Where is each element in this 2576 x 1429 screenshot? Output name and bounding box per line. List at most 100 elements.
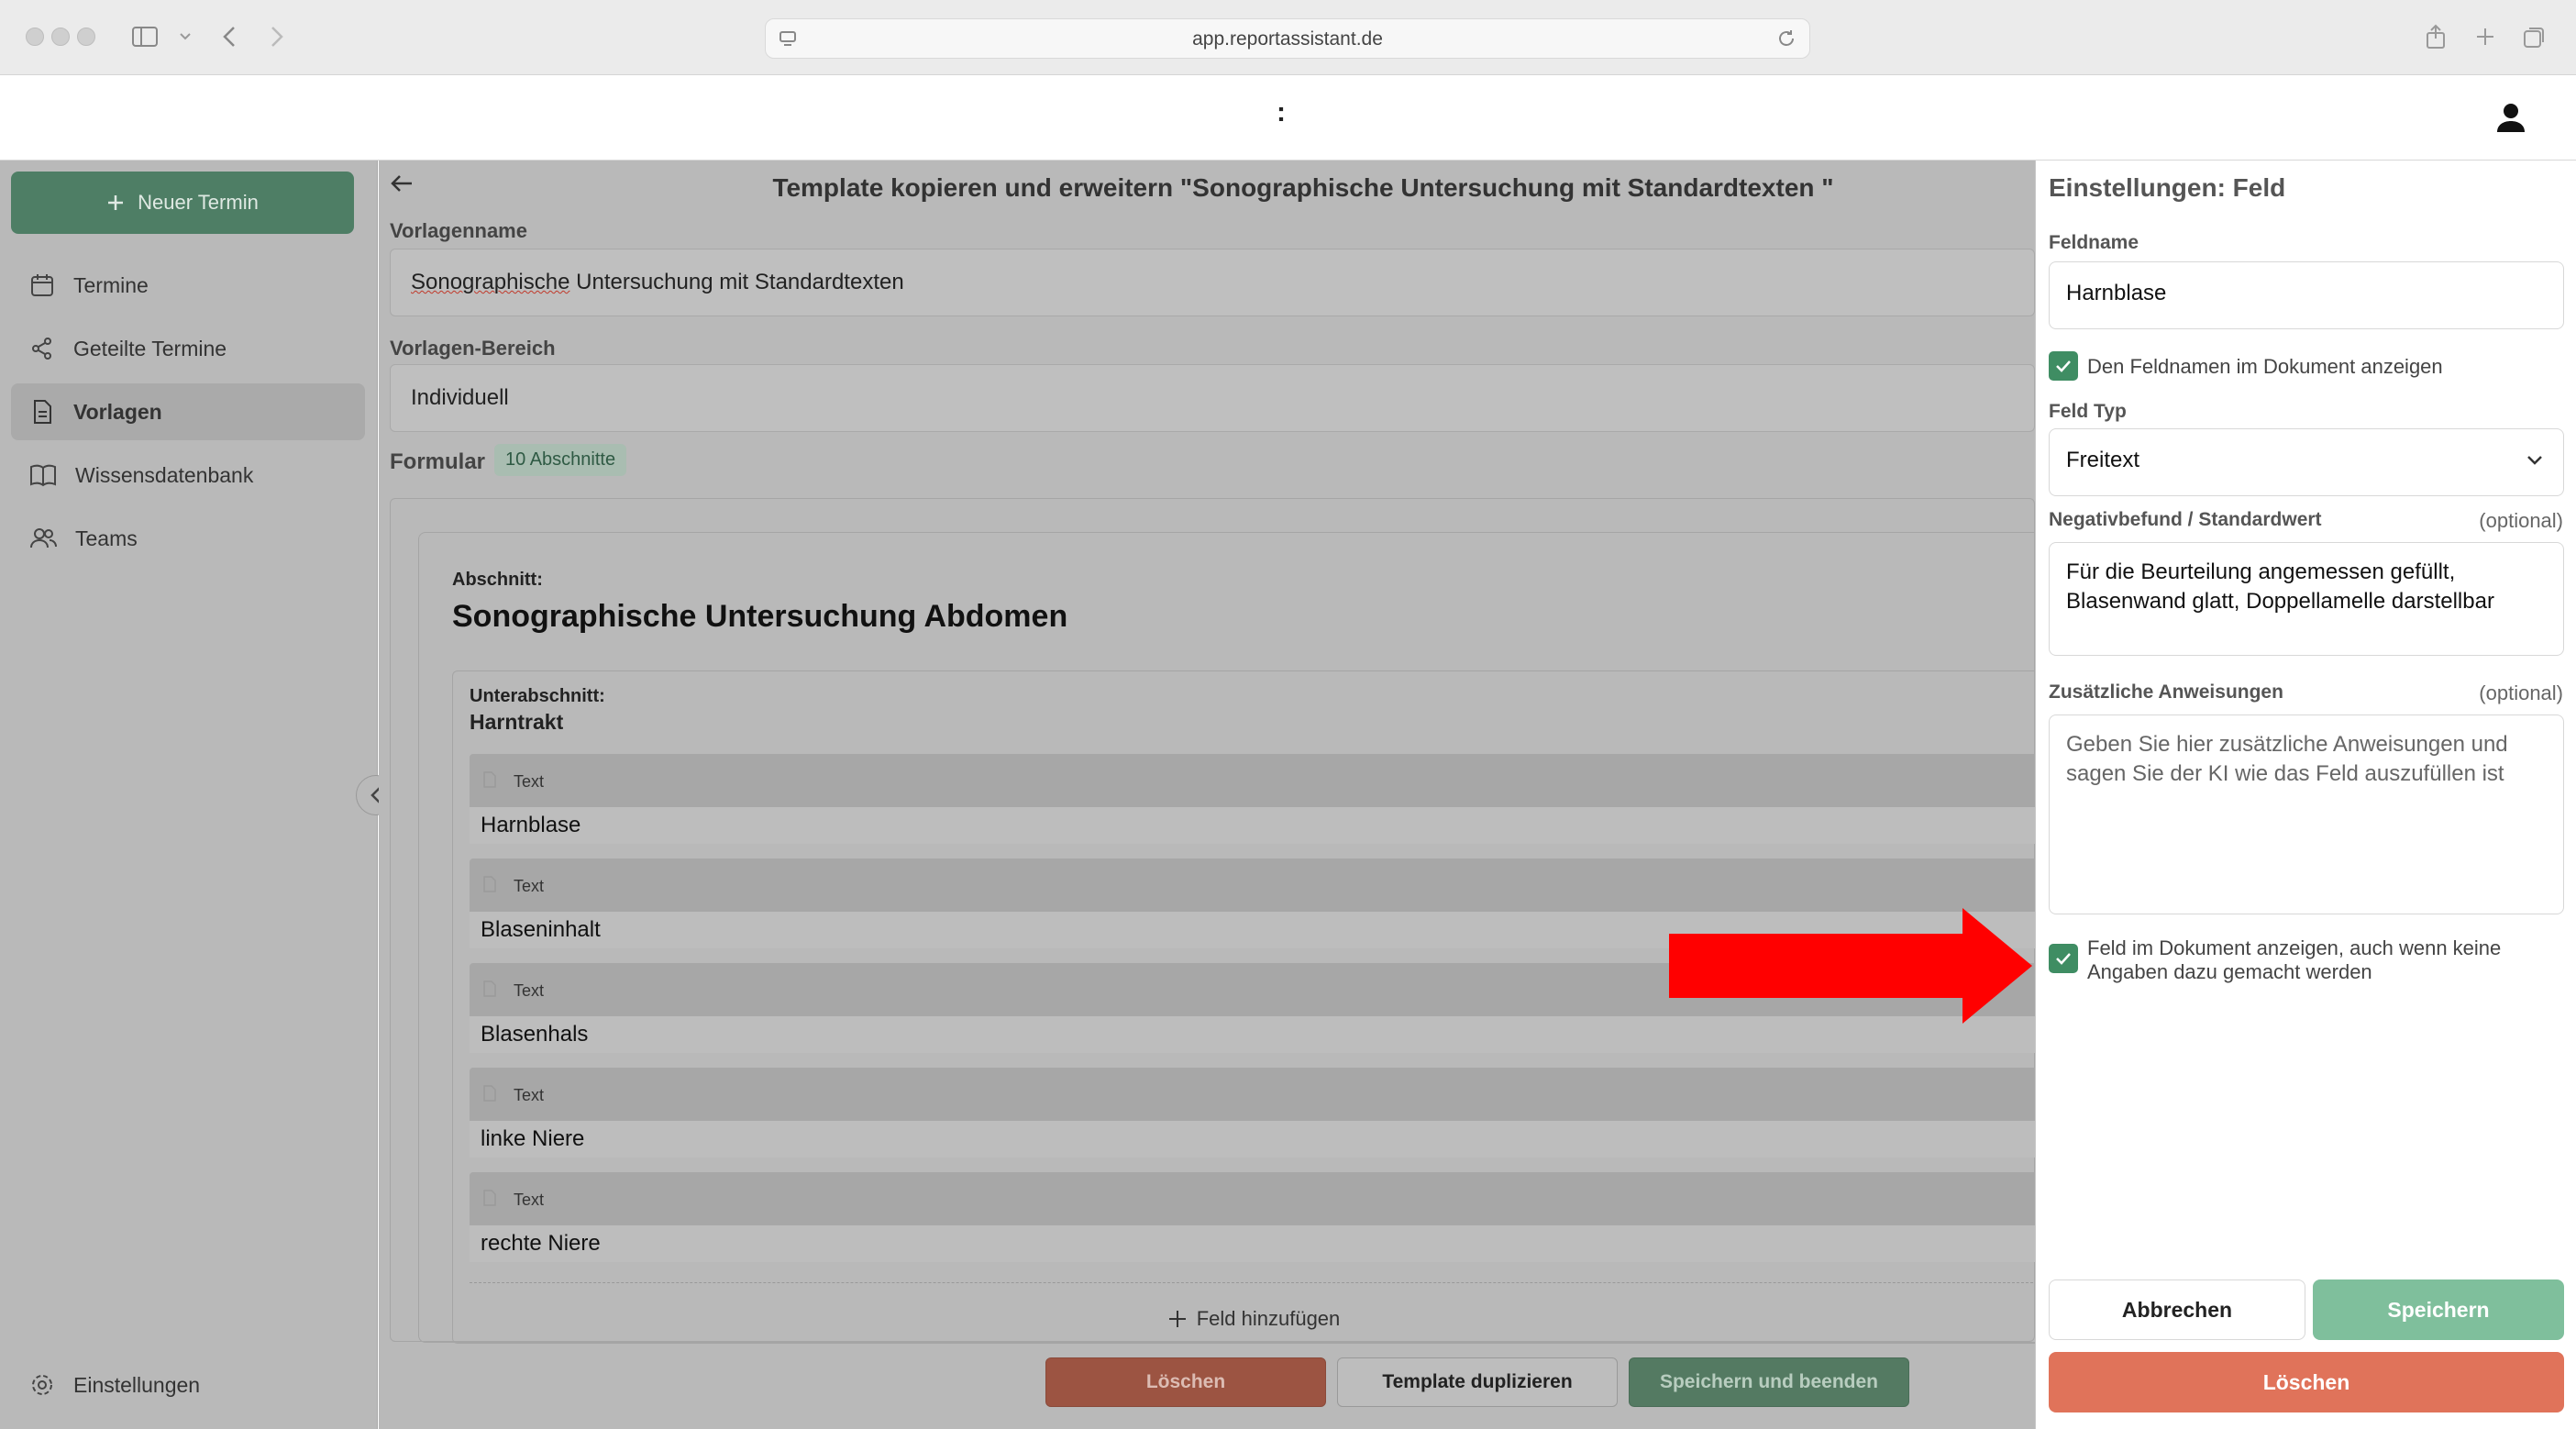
user-icon[interactable] xyxy=(2493,99,2529,136)
share-icon xyxy=(29,336,55,361)
sidebar-item-label: Geteilte Termine xyxy=(73,336,227,360)
show-name-checkbox[interactable] xyxy=(2049,351,2078,381)
reload-icon[interactable] xyxy=(1776,28,1797,49)
book-icon xyxy=(29,462,57,488)
document-icon xyxy=(29,399,55,425)
window-zoom-button[interactable] xyxy=(77,28,95,46)
chevron-down-icon xyxy=(2526,455,2543,466)
sidebar-item-label: Termine xyxy=(73,272,149,297)
sidebar-item-label: Teams xyxy=(75,526,138,550)
page-title: Template kopieren und erweitern "Sonogra… xyxy=(772,173,1834,202)
default-value-label: Negativbefund / Standardwert xyxy=(2049,509,2322,530)
field-type-label: Text xyxy=(514,877,545,895)
template-name-misspelled-word: Sonographische xyxy=(411,270,570,294)
delete-template-button[interactable]: Löschen xyxy=(1045,1357,1326,1407)
duplicate-template-button[interactable]: Template duplizieren xyxy=(1337,1357,1618,1407)
cancel-button[interactable]: Abbrechen xyxy=(2049,1279,2305,1340)
field-type-label: Text xyxy=(514,772,545,791)
field-type-select[interactable]: Freitext xyxy=(2049,428,2564,496)
field-type-label: Feld Typ xyxy=(2049,401,2127,422)
text-field-icon xyxy=(482,1189,497,1207)
new-appointment-label: Neuer Termin xyxy=(138,191,259,214)
sidebar-item-teams[interactable]: Teams xyxy=(11,510,365,567)
instructions-placeholder: Geben Sie hier zusätzliche Anweisungen u… xyxy=(2066,732,2508,786)
panel-title: Einstellungen: Feld xyxy=(2049,173,2286,202)
default-value-textarea[interactable]: Für die Beurteilung angemessen gefüllt, … xyxy=(2049,542,2564,656)
checkmark-icon xyxy=(2056,360,2071,372)
users-icon xyxy=(29,526,57,551)
text-field-icon xyxy=(482,875,497,893)
template-name-label: Vorlagenname xyxy=(390,219,527,242)
form-field-row[interactable]: Text Harnblase xyxy=(470,754,2038,849)
header-menu[interactable]: : xyxy=(1277,97,1286,128)
add-field-label: Feld hinzufügen xyxy=(1196,1306,1341,1330)
field-type-label: Text xyxy=(514,981,545,1000)
sections-count-badge: 10 Abschnitte xyxy=(494,444,627,476)
sidebar-toggle-icon[interactable] xyxy=(128,20,161,53)
delete-field-button[interactable]: Löschen xyxy=(2049,1352,2564,1412)
sidebar-item-einstellungen[interactable]: Einstellungen xyxy=(11,1357,365,1413)
red-arrow-annotation xyxy=(1669,908,2032,1024)
field-name-input[interactable]: Harnblase xyxy=(2049,261,2564,329)
template-name-input[interactable]: Sonographische Untersuchung mit Standard… xyxy=(390,249,2035,316)
instructions-textarea[interactable]: Geben Sie hier zusätzliche Anweisungen u… xyxy=(2049,714,2564,914)
template-area-label: Vorlagen-Bereich xyxy=(390,337,556,360)
instructions-label: Zusätzliche Anweisungen xyxy=(2049,681,2283,703)
back-icon[interactable] xyxy=(213,20,246,53)
text-field-icon xyxy=(482,980,497,998)
field-type-label: Text xyxy=(514,1086,545,1104)
field-type-value: Freitext xyxy=(2066,448,2140,472)
default-value-text: Für die Beurteilung angemessen gefüllt, … xyxy=(2066,559,2494,614)
add-field-button[interactable]: Feld hinzufügen xyxy=(470,1282,2038,1345)
gear-icon xyxy=(29,1372,55,1398)
plus-icon xyxy=(1168,1310,1186,1327)
app-header: : xyxy=(0,75,2576,161)
text-field-icon xyxy=(482,770,497,789)
section-caption: Abschnitt: xyxy=(452,570,543,590)
form-field-row[interactable]: Text rechte Niere xyxy=(470,1172,2038,1268)
sidebar-item-vorlagen[interactable]: Vorlagen xyxy=(11,383,365,440)
tab-overview-icon[interactable] xyxy=(2518,20,2551,53)
browser-toolbar: app.reportassistant.de xyxy=(0,0,2576,75)
calendar-icon xyxy=(29,272,55,298)
field-name: Harnblase xyxy=(470,807,2038,844)
new-appointment-button[interactable]: Neuer Termin xyxy=(11,172,354,234)
address-bar[interactable]: app.reportassistant.de xyxy=(765,18,1810,59)
instructions-optional-hint: (optional) xyxy=(2479,681,2563,704)
window-close-button[interactable] xyxy=(26,28,44,46)
save-and-close-button[interactable]: Speichern und beenden xyxy=(1629,1357,1909,1407)
form-heading: Formular xyxy=(390,449,486,474)
chevron-down-icon[interactable] xyxy=(169,20,202,53)
show-empty-field-checkbox[interactable] xyxy=(2049,944,2078,973)
checkmark-icon xyxy=(2056,953,2071,965)
subsection-caption: Unterabschnitt: xyxy=(470,686,605,706)
text-field-icon xyxy=(482,1084,497,1102)
show-name-label: Den Feldnamen im Dokument anzeigen xyxy=(2087,355,2443,378)
sidebar-item-label: Vorlagen xyxy=(73,399,162,424)
template-area-select[interactable]: Individuell xyxy=(390,364,2035,432)
sidebar-item-label: Wissensdatenbank xyxy=(75,462,254,487)
window-minimize-button[interactable] xyxy=(51,28,70,46)
section-title: Sonographische Untersuchung Abdomen xyxy=(452,599,1068,634)
save-button[interactable]: Speichern xyxy=(2313,1279,2564,1340)
field-name: linke Niere xyxy=(470,1121,2038,1158)
share-icon[interactable] xyxy=(2419,20,2452,53)
field-name-value: Harnblase xyxy=(2066,281,2167,305)
main-content: Template kopieren und erweitern "Sonogra… xyxy=(379,161,2038,1429)
sidebar-item-termine[interactable]: Termine xyxy=(11,257,365,314)
field-name: rechte Niere xyxy=(470,1225,2038,1262)
forward-icon[interactable] xyxy=(260,20,293,53)
new-tab-icon[interactable] xyxy=(2469,20,2502,53)
field-settings-panel: Einstellungen: Feld Feldname Harnblase D… xyxy=(2035,161,2576,1429)
field-type-label: Text xyxy=(514,1191,545,1209)
template-name-rest: Untersuchung mit Standardtexten xyxy=(569,270,904,294)
sidebar-item-wissensdatenbank[interactable]: Wissensdatenbank xyxy=(11,447,365,504)
form-field-row[interactable]: Text linke Niere xyxy=(470,1068,2038,1163)
field-name-label: Feldname xyxy=(2049,232,2139,253)
template-area-value: Individuell xyxy=(411,385,509,410)
url-text: app.reportassistant.de xyxy=(1192,28,1383,50)
sidebar-item-geteilte-termine[interactable]: Geteilte Termine xyxy=(11,320,365,377)
subsection-title: Harntrakt xyxy=(470,710,564,734)
default-optional-hint: (optional) xyxy=(2479,509,2563,532)
plus-icon xyxy=(108,195,124,210)
